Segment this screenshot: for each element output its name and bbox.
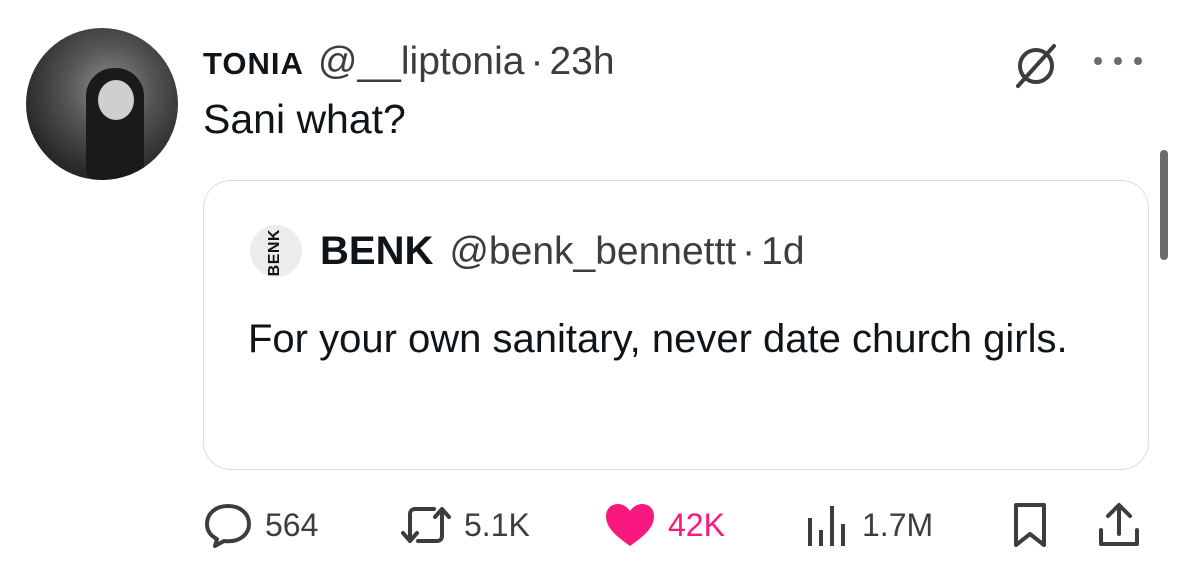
scrollbar[interactable] bbox=[1160, 150, 1168, 260]
tweet-time[interactable]: 23h bbox=[549, 40, 614, 84]
quoted-tweet[interactable]: BENK BENK @benk_bennettt · 1d For your o… bbox=[203, 180, 1149, 470]
views-count: 1.7M bbox=[862, 506, 934, 543]
repost-icon bbox=[401, 507, 451, 543]
more-icon[interactable] bbox=[1088, 50, 1148, 72]
header-separator: · bbox=[530, 40, 544, 83]
reply-count: 564 bbox=[265, 506, 319, 543]
author-avatar[interactable] bbox=[26, 28, 178, 180]
reply-button[interactable]: 564 bbox=[203, 495, 318, 555]
author-handle[interactable]: @__liptonia bbox=[318, 40, 525, 84]
like-button[interactable]: 42K bbox=[604, 495, 725, 555]
share-icon bbox=[1099, 503, 1139, 546]
grok-icon[interactable] bbox=[1012, 42, 1060, 90]
reply-icon bbox=[205, 504, 251, 548]
action-bar: 564 5.1K 42K 1.7M bbox=[0, 495, 1179, 555]
avatar-head bbox=[98, 80, 134, 120]
author-name[interactable]: TONIA bbox=[203, 46, 304, 82]
quoted-author-avatar[interactable]: BENK bbox=[250, 225, 302, 277]
quoted-avatar-text: BENK bbox=[266, 229, 283, 277]
bookmark-button[interactable] bbox=[1010, 495, 1050, 555]
like-count: 42K bbox=[668, 506, 725, 543]
repost-button[interactable]: 5.1K bbox=[400, 495, 530, 555]
tweet-header: TONIA @__liptonia · 23h bbox=[203, 40, 615, 86]
views-icon bbox=[808, 506, 845, 546]
share-button[interactable] bbox=[1096, 495, 1142, 555]
quoted-header-separator: · bbox=[742, 230, 756, 273]
repost-count: 5.1K bbox=[464, 506, 530, 543]
tweet-text: Sani what? bbox=[203, 96, 406, 142]
bookmark-icon bbox=[1014, 503, 1046, 547]
quoted-tweet-time: 1d bbox=[761, 230, 805, 273]
quoted-author-handle: @benk_bennettt bbox=[449, 230, 737, 273]
quoted-author-name: BENK bbox=[320, 229, 434, 273]
views-button[interactable]: 1.7M bbox=[804, 495, 933, 555]
quoted-tweet-text: For your own sanitary, never date church… bbox=[248, 317, 1068, 361]
quoted-tweet-header: BENK @benk_bennettt · 1d bbox=[320, 229, 805, 274]
heart-icon bbox=[606, 504, 654, 546]
